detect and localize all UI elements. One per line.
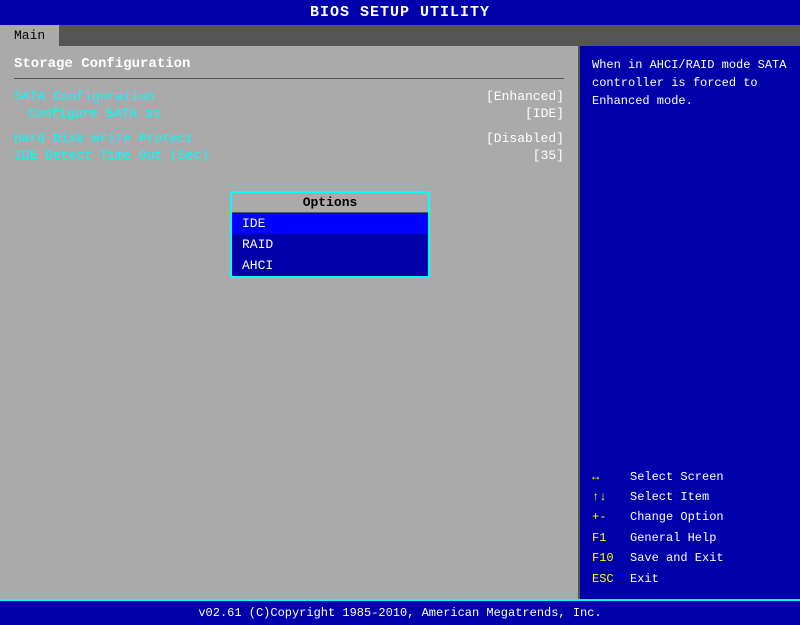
key-change-option-label: Change Option	[630, 507, 724, 527]
option-ahci[interactable]: AHCI	[232, 255, 428, 276]
key-f10-label: Save and Exit	[630, 548, 724, 568]
ide-timeout-row[interactable]: IDE Detect Time Out (Sec) [35]	[14, 148, 564, 163]
write-protect-label: Hard Disk Write Protect	[14, 131, 193, 146]
option-ide[interactable]: IDE	[232, 213, 428, 234]
right-panel: When in AHCI/RAID mode SATA controller i…	[580, 46, 800, 599]
key-plusminus-icon: +-	[592, 507, 624, 527]
help-text: When in AHCI/RAID mode SATA controller i…	[592, 56, 788, 110]
key-help: ↔ Select Screen ↑↓ Select Item +- Change…	[592, 467, 788, 589]
key-select-screen-label: Select Screen	[630, 467, 724, 487]
key-arrows-icon: ↔	[592, 467, 624, 487]
option-raid[interactable]: RAID	[232, 234, 428, 255]
bios-title: BIOS SETUP UTILITY	[0, 0, 800, 25]
key-esc-label: Exit	[630, 569, 659, 589]
hdd-config-group: Hard Disk Write Protect [Disabled] IDE D…	[14, 131, 564, 163]
key-updown-icon: ↑↓	[592, 487, 624, 507]
left-panel: Storage Configuration SATA Configuration…	[0, 46, 580, 599]
configure-sata-value: [IDE]	[525, 106, 564, 121]
sata-config-value: [Enhanced]	[486, 89, 564, 104]
key-select-item-label: Select Item	[630, 487, 709, 507]
ide-timeout-label: IDE Detect Time Out (Sec)	[14, 148, 209, 163]
sata-config-row: SATA Configuration [Enhanced]	[14, 89, 564, 104]
configure-sata-row[interactable]: Configure SATA as [IDE]	[14, 106, 564, 121]
footer: v02.61 (C)Copyright 1985-2010, American …	[0, 599, 800, 625]
tab-row: Main	[0, 25, 800, 46]
write-protect-row[interactable]: Hard Disk Write Protect [Disabled]	[14, 131, 564, 146]
key-esc: ESC Exit	[592, 569, 788, 589]
key-f1-label: General Help	[630, 528, 716, 548]
options-popup: Options IDE RAID AHCI	[230, 191, 430, 278]
key-f1-icon: F1	[592, 528, 624, 548]
footer-text: v02.61 (C)Copyright 1985-2010, American …	[198, 606, 601, 620]
key-select-screen: ↔ Select Screen	[592, 467, 788, 487]
key-select-item: ↑↓ Select Item	[592, 487, 788, 507]
key-f10: F10 Save and Exit	[592, 548, 788, 568]
write-protect-value: [Disabled]	[486, 131, 564, 146]
key-f1: F1 General Help	[592, 528, 788, 548]
ide-timeout-value: [35]	[533, 148, 564, 163]
sata-config-label: SATA Configuration	[14, 89, 154, 104]
tab-main[interactable]: Main	[0, 25, 59, 46]
key-esc-icon: ESC	[592, 569, 624, 589]
options-title: Options	[232, 193, 428, 213]
configure-sata-label: Configure SATA as	[14, 106, 161, 121]
title-text: BIOS SETUP UTILITY	[310, 4, 490, 21]
key-f10-icon: F10	[592, 548, 624, 568]
main-area: Storage Configuration SATA Configuration…	[0, 46, 800, 599]
section-title: Storage Configuration	[14, 56, 564, 72]
sata-config-group: SATA Configuration [Enhanced] Configure …	[14, 89, 564, 121]
section-divider	[14, 78, 564, 79]
key-change-option: +- Change Option	[592, 507, 788, 527]
